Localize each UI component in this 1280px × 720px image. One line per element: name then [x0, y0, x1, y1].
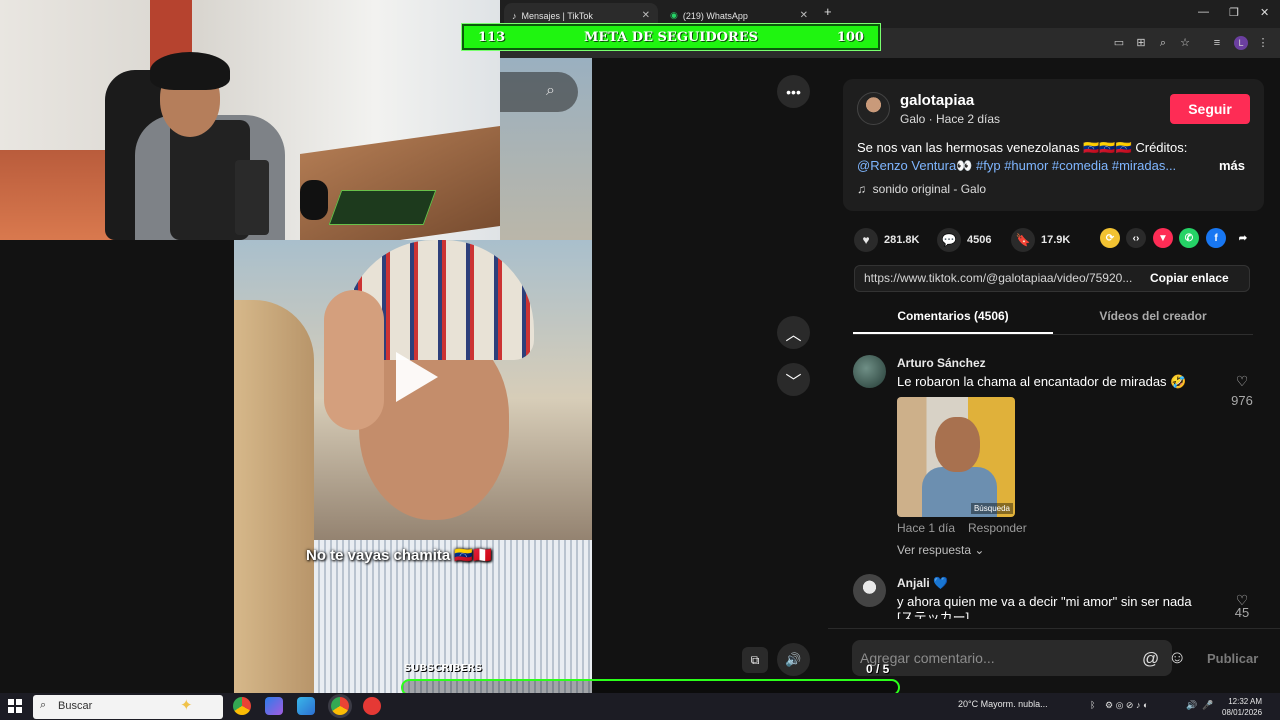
comment-sticker-image[interactable]: Búsqueda	[897, 397, 1015, 517]
emoji-icon[interactable]: ☺	[1168, 647, 1186, 668]
tab-creator-videos[interactable]: Vídeos del creador	[1053, 309, 1253, 323]
next-video-button[interactable]: ﹀	[777, 363, 810, 396]
new-tab-button[interactable]: +	[824, 4, 832, 19]
volume-icon[interactable]: 🔊	[777, 643, 810, 676]
close-tab-icon[interactable]: ✕	[800, 10, 808, 21]
menu-kebab-icon[interactable]: ⋮	[1256, 36, 1270, 50]
taskbar-search-label: Buscar	[58, 700, 93, 712]
mention-icon[interactable]: @	[1142, 649, 1159, 669]
comment-author[interactable]: Anjali 💙	[897, 576, 948, 590]
whatsapp-icon: ◉	[670, 10, 678, 20]
comment-bubble-icon: 💬	[937, 228, 961, 252]
comment-heart-icon[interactable]: ♡	[1229, 373, 1255, 390]
zoom-icon[interactable]: ⌕	[1156, 36, 1170, 50]
comment-like-count: 976	[1231, 393, 1253, 408]
translate-icon[interactable]: ⊞	[1134, 36, 1148, 50]
video-caption: No te vayas chamita 🇻🇪🇵🇪	[306, 547, 492, 564]
whatsapp-share-icon[interactable]: ✆	[1179, 228, 1199, 248]
comment-text: Le robaron la chama al encantador de mir…	[897, 374, 1187, 389]
facebook-share-icon[interactable]: f	[1206, 228, 1226, 248]
tab-divider	[853, 334, 1253, 335]
system-clock[interactable]: 12:32 AM 08/01/2026	[1222, 696, 1262, 718]
profile-avatar[interactable]: L	[1234, 36, 1248, 50]
like-button[interactable]: ♥ 281.8K	[854, 228, 919, 252]
embed-icon[interactable]: ‹›	[1126, 228, 1146, 248]
volume-tray-icon[interactable]: 🔊	[1186, 700, 1197, 711]
avatar[interactable]	[857, 92, 890, 125]
comment-input[interactable]	[852, 640, 1172, 676]
minimize-button[interactable]: —	[1198, 6, 1209, 18]
windows-start-icon[interactable]	[8, 699, 22, 713]
avatar[interactable]	[853, 355, 886, 388]
active-tab-indicator	[853, 332, 1053, 334]
description-links: @Renzo Ventura👀 #fyp #humor #comedia #mi…	[857, 158, 1176, 174]
view-replies-button[interactable]: Ver respuesta ⌄	[897, 543, 984, 557]
chrome-active-icon[interactable]	[331, 697, 349, 715]
sound-link[interactable]: ♫ sonido original - Galo	[857, 182, 986, 196]
comment-time: Hace 1 día	[897, 521, 956, 535]
author-subline: Galo · Hace 2 días	[900, 112, 1001, 126]
media-control-icon[interactable]: ≡	[1210, 36, 1224, 50]
send-icon[interactable]: ▼	[1153, 228, 1173, 248]
follow-button[interactable]: Seguir	[1170, 94, 1250, 124]
webcam-overlay	[0, 0, 500, 240]
mic-tray-icon[interactable]: 🎤	[1202, 700, 1213, 711]
follower-goal-banner: 113 META DE SEGUIDORES 100	[462, 24, 880, 50]
play-icon[interactable]	[396, 352, 438, 402]
comment-like-count: 45	[1234, 605, 1250, 620]
like-count: 281.8K	[884, 234, 920, 246]
pip-icon[interactable]: ⧉	[742, 647, 768, 673]
search-icon[interactable]: ⌕	[546, 82, 555, 100]
close-tab-icon[interactable]: ✕	[642, 10, 650, 21]
subscribers-count: 0 / 5	[866, 662, 890, 676]
goal-target: 100	[836, 29, 864, 45]
username[interactable]: galotapiaa	[900, 92, 974, 109]
music-note-icon: ♫	[857, 182, 866, 196]
obs-icon[interactable]	[363, 697, 381, 715]
files-icon[interactable]	[297, 697, 315, 715]
screen-cast-icon[interactable]: ▭	[1112, 36, 1126, 50]
tiktok-icon: ♪	[512, 10, 517, 21]
goal-current: 113	[478, 29, 506, 45]
tray-icons[interactable]: ⚙ ◎ ⊘ ♪ ◐	[1105, 700, 1148, 711]
more-link[interactable]: más	[1219, 158, 1245, 173]
comment-author[interactable]: Arturo Sánchez	[897, 356, 986, 370]
comment-button[interactable]: 💬 4506	[937, 228, 991, 252]
subscribers-label: SUBSCRIBERS	[404, 663, 483, 674]
bluetooth-icon[interactable]: ᛒ	[1090, 700, 1095, 710]
mention-link[interactable]: @Renzo Ventura👀	[857, 158, 972, 173]
chrome-icon[interactable]	[233, 697, 251, 715]
save-count: 17.9K	[1041, 234, 1071, 246]
share-arrow-icon[interactable]: ➦	[1233, 228, 1253, 248]
close-window-button[interactable]: ✕	[1260, 6, 1269, 19]
search-icon: ⌕	[40, 699, 47, 711]
previous-video-button[interactable]: ︿	[777, 316, 810, 349]
repost-icon[interactable]: ⟳	[1100, 228, 1120, 248]
description-text: Se nos van las hermosas venezolanas 🇻🇪🇻🇪…	[857, 140, 1188, 155]
goal-title: META DE SEGUIDORES	[583, 29, 759, 45]
share-url[interactable]: https://www.tiktok.com/@galotapiaa/video…	[864, 271, 1144, 285]
more-options-button[interactable]: •••	[777, 75, 810, 108]
weather-widget[interactable]: 20°C Mayorm. nubla...	[958, 699, 1048, 709]
copy-link-button[interactable]: Copiar enlace	[1150, 271, 1229, 285]
comment-text: y ahora quien me va a decir "mi amor" si…	[897, 594, 1192, 609]
avatar[interactable]	[853, 574, 886, 607]
comment-text-sticker: [ステッカー]	[897, 611, 970, 619]
search-bar[interactable]: ⌕	[500, 72, 578, 112]
sticker-tag: Búsqueda	[970, 503, 1013, 514]
heart-icon: ♥	[854, 228, 878, 252]
save-button[interactable]: 🔖 17.9K	[1011, 228, 1070, 252]
publish-button[interactable]: Publicar	[1207, 651, 1258, 666]
copilot-icon[interactable]	[265, 697, 283, 715]
reply-button[interactable]: Responder	[968, 521, 1027, 535]
copilot-sparkle-icon: ✦	[180, 697, 193, 714]
bookmark-star-icon[interactable]: ☆	[1178, 36, 1192, 50]
comment-count: 4506	[967, 234, 992, 246]
tab-comments[interactable]: Comentarios (4506)	[853, 309, 1053, 323]
bookmark-icon: 🔖	[1011, 228, 1035, 252]
video-player[interactable]	[234, 240, 592, 693]
hashtag-links[interactable]: #fyp #humor #comedia #miradas...	[976, 158, 1176, 173]
restore-button[interactable]: ❐	[1229, 6, 1239, 19]
